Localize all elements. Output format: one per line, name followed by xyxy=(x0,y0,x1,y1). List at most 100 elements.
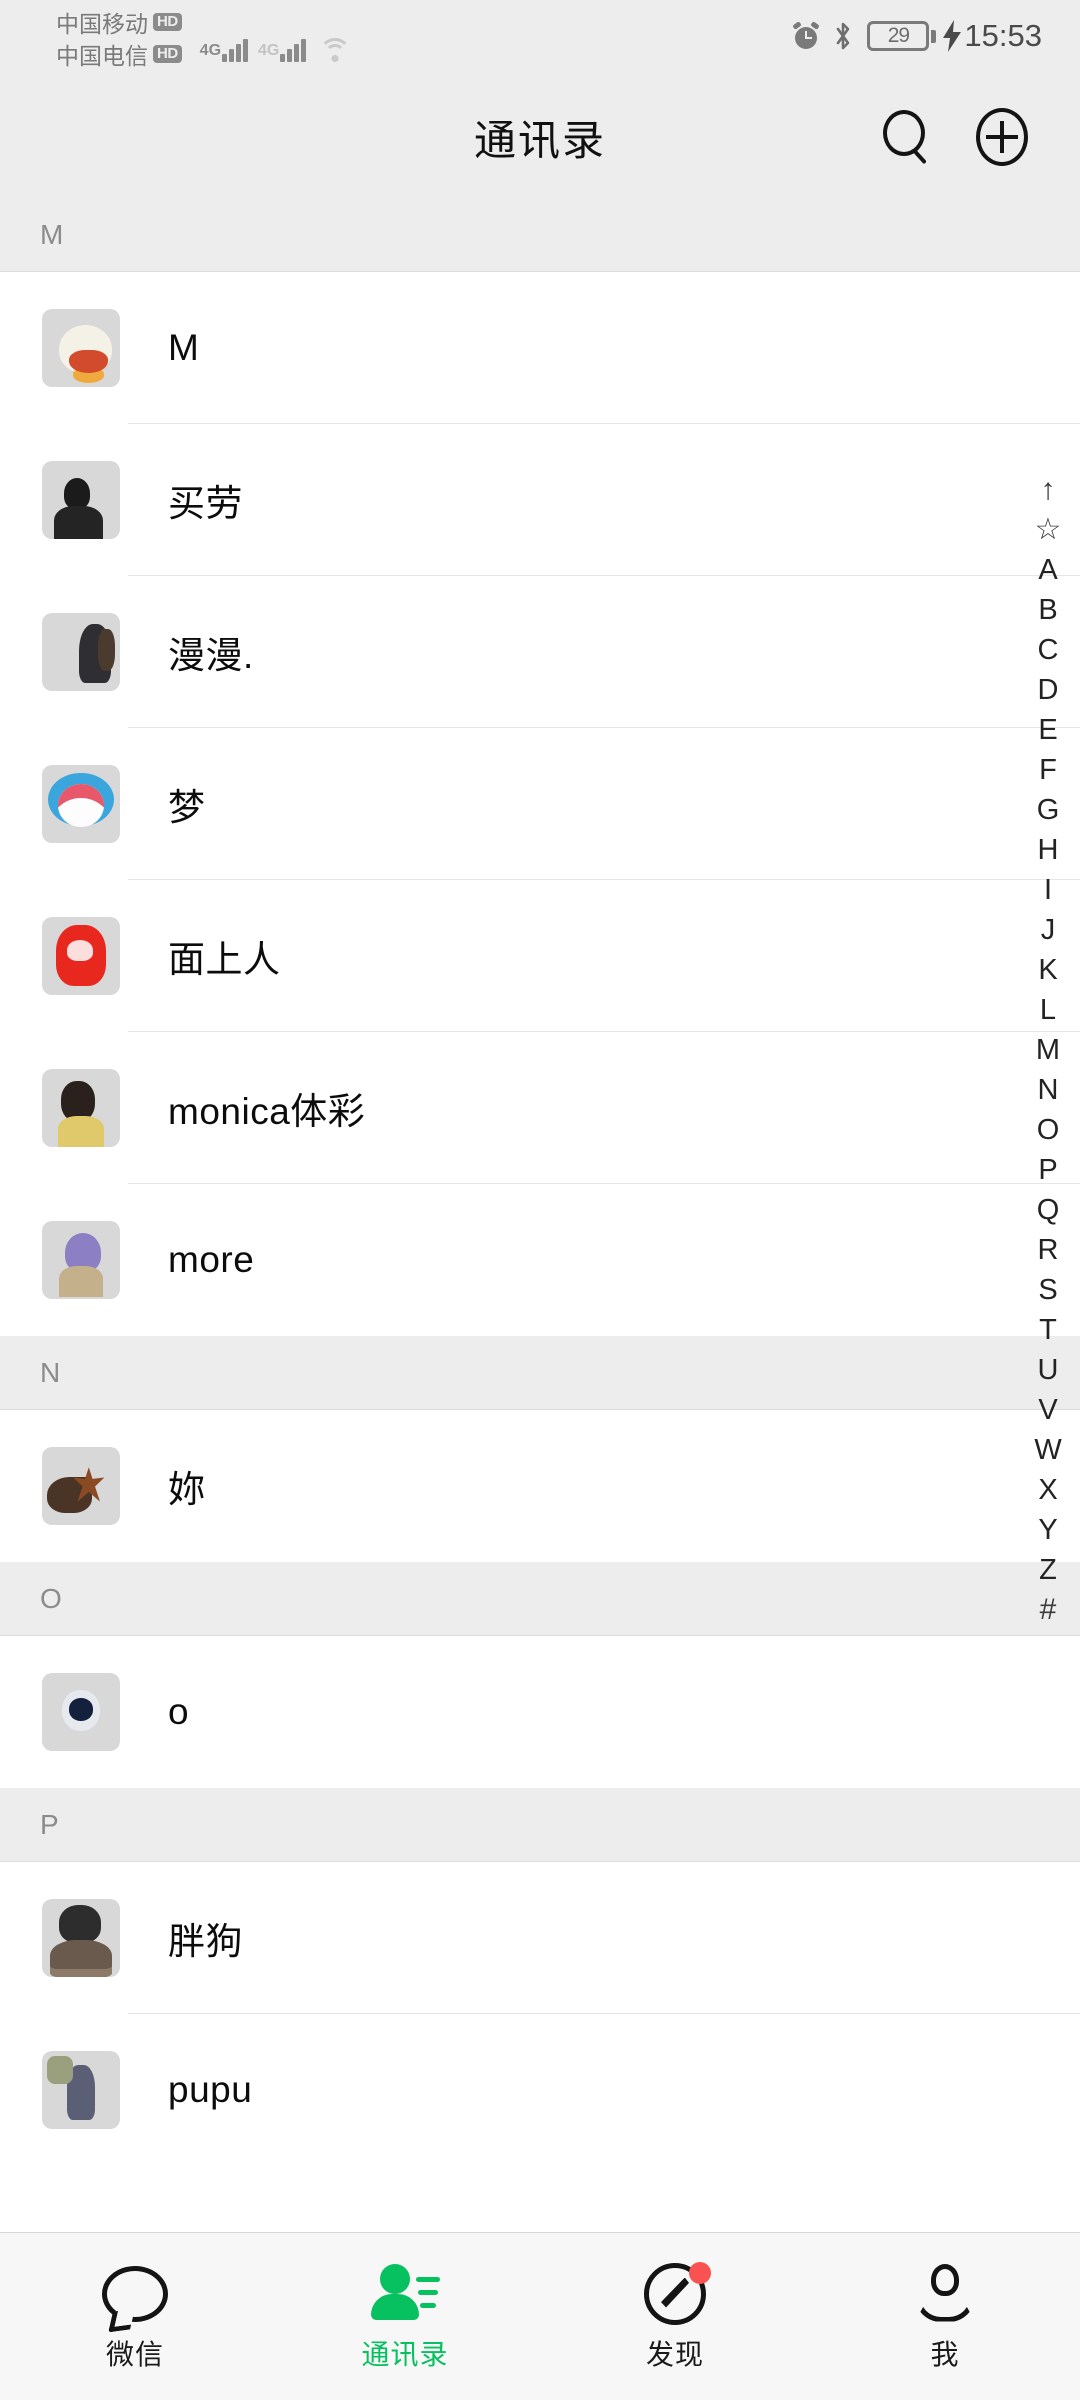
carrier-labels: 中国移动 HD 中国电信 HD xyxy=(56,6,182,70)
index-letter-y[interactable]: Y xyxy=(1016,1510,1080,1550)
avatar xyxy=(42,1899,120,1977)
index-letter-t[interactable]: T xyxy=(1016,1310,1080,1350)
tab-contacts[interactable]: 通讯录 xyxy=(270,2233,540,2400)
section-header-letter: O xyxy=(40,1582,63,1614)
signal-icon-sim1: 4G xyxy=(200,36,250,62)
tab-wechat-label: 微信 xyxy=(105,2338,164,2370)
contact-row[interactable]: pupu xyxy=(0,2014,1080,2166)
contact-name: monica体彩 xyxy=(168,1091,366,1132)
contact-list[interactable]: M M 买劳 漫漫. 梦面上人 monica体彩 more N 妳 Oo P 胖狗 pupu xyxy=(0,198,1080,2232)
page-title: 通讯录 xyxy=(473,116,606,164)
avatar xyxy=(42,1673,120,1751)
index-letter-x[interactable]: X xyxy=(1016,1470,1080,1510)
section-header: O xyxy=(0,1562,1080,1636)
index-letter-d[interactable]: D xyxy=(1016,670,1080,710)
avatar xyxy=(42,1447,120,1525)
tab-me-label: 我 xyxy=(930,2338,960,2370)
section-header-letter: N xyxy=(40,1356,61,1388)
contact-row[interactable]: 面上人 xyxy=(0,880,1080,1032)
app-header: 通讯录 xyxy=(0,76,1080,198)
charging-bolt-icon xyxy=(943,20,962,52)
carrier-1-hd-badge: HD xyxy=(153,13,182,31)
compass-icon xyxy=(644,2261,711,2327)
index-letter-r[interactable]: R xyxy=(1016,1230,1080,1270)
avatar xyxy=(42,309,120,387)
wifi-icon xyxy=(318,36,352,62)
avatar xyxy=(42,917,120,995)
avatar xyxy=(42,1221,120,1299)
index-letter-z[interactable]: Z xyxy=(1016,1550,1080,1590)
index-letter-q[interactable]: Q xyxy=(1016,1190,1080,1230)
avatar xyxy=(42,2051,120,2129)
signal-bars-1 xyxy=(222,36,250,62)
contact-row[interactable]: 胖狗 xyxy=(0,1862,1080,2014)
index-letter-k[interactable]: K xyxy=(1016,950,1080,990)
section-header-letter: P xyxy=(40,1808,60,1840)
add-contact-icon[interactable] xyxy=(974,108,1032,166)
contact-name: 妳 xyxy=(168,1469,206,1510)
signal-bars-2 xyxy=(280,36,308,62)
contact-row[interactable]: 漫漫. xyxy=(0,576,1080,728)
tab-contacts-label: 通讯录 xyxy=(361,2338,449,2370)
contact-row[interactable]: 买劳 xyxy=(0,424,1080,576)
index-letter-h[interactable]: H xyxy=(1016,830,1080,870)
contact-row[interactable]: 梦 xyxy=(0,728,1080,880)
battery-percent-label: 29 xyxy=(887,24,910,47)
person-icon xyxy=(915,2261,975,2327)
index-letter-f[interactable]: F xyxy=(1016,750,1080,790)
avatar xyxy=(42,1069,120,1147)
contact-row[interactable]: o xyxy=(0,1636,1080,1788)
index-letter-i[interactable]: I xyxy=(1016,870,1080,910)
index-letter-j[interactable]: J xyxy=(1016,910,1080,950)
index-letter-e[interactable]: E xyxy=(1016,710,1080,750)
status-bar-right: 29 15:53 xyxy=(792,18,1042,54)
notification-badge xyxy=(689,2261,711,2284)
bottom-tab-bar: 微信 通讯录 发现 我 xyxy=(0,2232,1080,2400)
tab-wechat[interactable]: 微信 xyxy=(0,2233,270,2400)
index-letter-s[interactable]: S xyxy=(1016,1270,1080,1310)
section-header: M xyxy=(0,198,1080,272)
signal-icons: 4G 4G xyxy=(192,6,353,70)
contact-name: pupu xyxy=(168,2069,253,2110)
chat-bubble-icon xyxy=(102,2261,168,2327)
index-letter-g[interactable]: G xyxy=(1016,790,1080,830)
section-header: N xyxy=(0,1336,1080,1410)
index-letter-c[interactable]: C xyxy=(1016,630,1080,670)
alphabet-index[interactable]: ↑ ☆ A B C D E F G H I J K L M N O P Q R S T U V W X Y Z # xyxy=(1016,470,1080,1630)
index-letter-v[interactable]: V xyxy=(1016,1390,1080,1430)
carrier-row-2: 中国电信 HD xyxy=(56,38,182,70)
contact-row[interactable]: monica体彩 xyxy=(0,1032,1080,1184)
status-bar-left: 中国移动 HD 中国电信 HD 4G 4G xyxy=(56,6,352,70)
index-letter-u[interactable]: U xyxy=(1016,1350,1080,1390)
carrier-1-name: 中国移动 xyxy=(56,11,148,37)
network-type-2-label: 4G xyxy=(258,42,280,59)
index-letter-w[interactable]: W xyxy=(1016,1430,1080,1470)
index-letter-m[interactable]: M xyxy=(1016,1030,1080,1070)
index-letter-a[interactable]: A xyxy=(1016,550,1080,590)
clock-label: 15:53 xyxy=(964,18,1042,53)
carrier-2-name: 中国电信 xyxy=(56,43,148,69)
index-letter-n[interactable]: N xyxy=(1016,1070,1080,1110)
wechat-contacts-screen: 中国移动 HD 中国电信 HD 4G 4G 29 15:53 通讯录 M M 买… xyxy=(0,0,1080,2400)
contact-name: 梦 xyxy=(168,787,206,828)
search-icon[interactable] xyxy=(880,108,938,166)
index-letter-p[interactable]: P xyxy=(1016,1150,1080,1190)
avatar xyxy=(42,613,120,691)
index-star-icon[interactable]: ☆ xyxy=(1016,510,1080,550)
contact-row[interactable]: more xyxy=(0,1184,1080,1336)
index-letter-b[interactable]: B xyxy=(1016,590,1080,630)
tab-me[interactable]: 我 xyxy=(810,2233,1080,2400)
index-letter-o[interactable]: O xyxy=(1016,1110,1080,1150)
index-letter-l[interactable]: L xyxy=(1016,990,1080,1030)
contact-row[interactable]: 妳 xyxy=(0,1410,1080,1562)
tab-discover[interactable]: 发现 xyxy=(540,2233,810,2400)
avatar xyxy=(42,461,120,539)
carrier-row-1: 中国移动 HD xyxy=(56,6,182,38)
contact-name: 胖狗 xyxy=(168,1921,243,1962)
index-letter-#[interactable]: # xyxy=(1016,1590,1080,1630)
contact-row[interactable]: M xyxy=(0,272,1080,424)
contact-name: more xyxy=(168,1239,255,1280)
contact-name: 面上人 xyxy=(168,939,281,980)
index-up-arrow-icon[interactable]: ↑ xyxy=(1016,470,1080,510)
contacts-icon xyxy=(370,2261,440,2327)
